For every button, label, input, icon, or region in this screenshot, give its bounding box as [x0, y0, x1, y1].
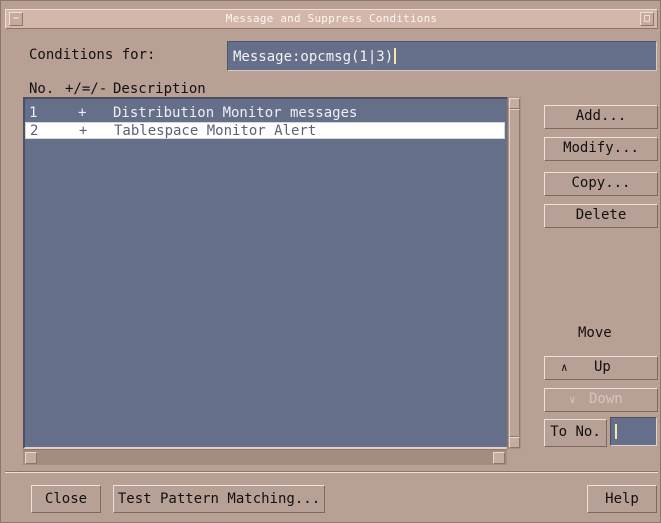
list-row-1[interactable]: 1 + Distribution Monitor messages — [25, 105, 505, 122]
conditions-for-label: Conditions for: — [29, 47, 156, 63]
text-cursor — [394, 48, 397, 64]
delete-button[interactable]: Delete — [544, 204, 658, 228]
to-no-input[interactable] — [610, 417, 657, 446]
move-down-button[interactable]: ∨ Down — [544, 388, 658, 412]
scroll-up-icon[interactable] — [509, 98, 520, 109]
dialog-window: − Message and Suppress Conditions □ Cond… — [0, 0, 661, 523]
window-title: Message and Suppress Conditions — [225, 12, 438, 25]
up-arrow-icon: ∧ — [561, 361, 568, 374]
copy-button[interactable]: Copy... — [544, 172, 658, 196]
row-flag: + — [79, 123, 88, 139]
list-horizontal-scrollbar[interactable] — [23, 449, 507, 465]
row-flag: + — [78, 105, 87, 121]
to-no-cursor — [615, 424, 617, 439]
add-button[interactable]: Add... — [544, 105, 658, 129]
scroll-thumb[interactable] — [509, 109, 520, 437]
help-button[interactable]: Help — [587, 485, 657, 513]
conditions-list-inner: 1 + Distribution Monitor messages 2 + Ta… — [25, 99, 505, 443]
close-button[interactable]: Close — [31, 485, 101, 513]
down-arrow-icon: ∨ — [569, 393, 576, 406]
list-vertical-scrollbar[interactable] — [507, 97, 521, 449]
scroll-down-icon[interactable] — [509, 437, 520, 448]
title-bar: − Message and Suppress Conditions □ — [5, 9, 658, 29]
header-flag: +/=/- — [65, 81, 108, 97]
header-description: Description — [113, 81, 206, 97]
move-label: Move — [578, 325, 612, 341]
row-no: 1 — [29, 105, 38, 121]
test-pattern-matching-button[interactable]: Test Pattern Matching... — [113, 485, 325, 513]
scroll-right-icon[interactable] — [493, 452, 505, 464]
footer-divider — [5, 471, 658, 473]
scroll-left-icon[interactable] — [25, 452, 37, 464]
maximize-icon[interactable]: □ — [640, 12, 654, 26]
row-description: Distribution Monitor messages — [113, 105, 358, 121]
move-up-button[interactable]: ∧ Up — [544, 356, 658, 380]
move-down-label: Down — [589, 391, 623, 407]
row-description: Tablespace Monitor Alert — [114, 123, 317, 139]
conditions-for-field[interactable]: Message:opcmsg(1|3) — [227, 41, 657, 71]
conditions-for-value: Message:opcmsg(1|3) — [233, 49, 394, 65]
conditions-list[interactable]: 1 + Distribution Monitor messages 2 + Ta… — [23, 97, 521, 449]
to-no-button[interactable]: To No. — [544, 419, 607, 447]
header-no: No. — [29, 81, 55, 97]
row-no: 2 — [30, 123, 39, 139]
list-row-2[interactable]: 2 + Tablespace Monitor Alert — [25, 122, 505, 139]
modify-button[interactable]: Modify... — [544, 137, 658, 161]
move-up-label: Up — [594, 359, 611, 375]
